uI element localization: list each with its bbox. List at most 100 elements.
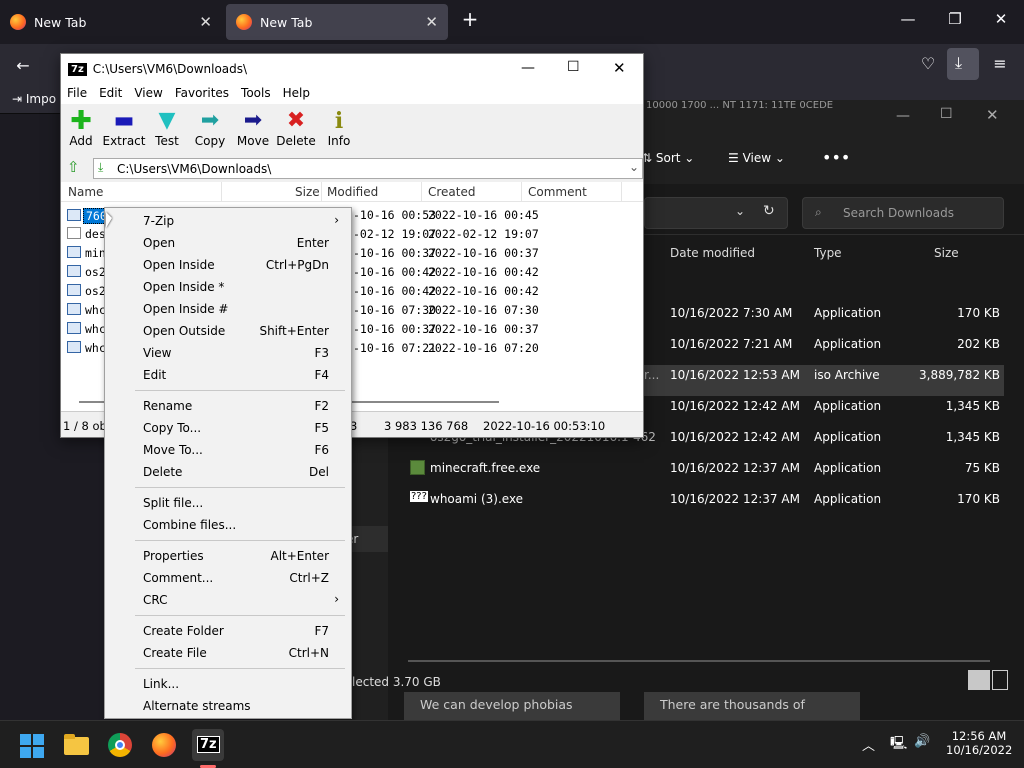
menu-item-create-file[interactable]: Create File Ctrl+N bbox=[105, 642, 351, 664]
test-button[interactable]: ▼ Test bbox=[145, 108, 189, 148]
file-type: Application bbox=[814, 306, 882, 320]
menu-item-create-folder[interactable]: Create Folder F7 bbox=[105, 620, 351, 642]
network-icon[interactable]: 🖳 bbox=[890, 734, 907, 756]
close-icon[interactable]: ✕ bbox=[613, 59, 626, 77]
more-options-icon[interactable]: ••• bbox=[822, 148, 850, 167]
menu-item-properties[interactable]: Properties Alt+Enter bbox=[105, 545, 351, 567]
unknown-app-icon: ??? bbox=[410, 491, 428, 502]
delete-button[interactable]: ✖ Delete bbox=[274, 108, 318, 148]
menu-item-rename[interactable]: Rename F2 bbox=[105, 395, 351, 417]
chevron-up-icon[interactable]: ︿ bbox=[862, 735, 875, 754]
refresh-icon[interactable]: ↻ bbox=[763, 203, 775, 219]
bookmark-import[interactable]: ⇥ Impo bbox=[12, 92, 56, 106]
menu-item-comment[interactable]: Comment... Ctrl+Z bbox=[105, 567, 351, 589]
menu-item-open-inside[interactable]: Open Inside # bbox=[105, 298, 351, 320]
menu-item-crc[interactable]: CRC › bbox=[105, 589, 351, 611]
details-view-icon[interactable] bbox=[968, 670, 990, 690]
menu-item-open-outside[interactable]: Open Outside Shift+Enter bbox=[105, 320, 351, 342]
menu-item-edit[interactable]: Edit F4 bbox=[105, 364, 351, 386]
menu-item-link[interactable]: Link... bbox=[105, 673, 351, 695]
minimize-icon[interactable]: — bbox=[893, 10, 923, 28]
firefox-tab-strip: New Tab ✕ New Tab ✕ + — ❐ ✕ bbox=[0, 0, 1024, 44]
menu-item-copy-to[interactable]: Copy To... F5 bbox=[105, 417, 351, 439]
move-button[interactable]: ➡ Move bbox=[231, 108, 275, 148]
menu-item-move-to[interactable]: Move To... F6 bbox=[105, 439, 351, 461]
explorer-file-row[interactable]: minecraft.free.exe 10/16/2022 12:37 AM A… bbox=[408, 453, 1004, 484]
close-window-icon[interactable]: ✕ bbox=[986, 10, 1016, 28]
close-icon[interactable]: ✕ bbox=[986, 106, 999, 124]
maximize-icon[interactable]: ☐ bbox=[567, 59, 580, 75]
web-snippet-card[interactable]: We can develop phobias bbox=[404, 692, 620, 720]
file-explorer-icon[interactable] bbox=[60, 729, 92, 761]
sort-button[interactable]: ⇅ Sort ⌄ bbox=[642, 151, 694, 165]
column-created[interactable]: Created bbox=[428, 185, 476, 199]
column-size[interactable]: Size bbox=[295, 185, 320, 199]
pocket-icon[interactable]: ♡ bbox=[913, 54, 943, 73]
firefox-icon[interactable] bbox=[148, 729, 180, 761]
menu-item-split-file[interactable]: Split file... bbox=[105, 492, 351, 514]
menu-view[interactable]: View bbox=[128, 84, 168, 104]
view-button[interactable]: ☰ View ⌄ bbox=[728, 151, 785, 165]
menu-item-open-inside[interactable]: Open Inside Ctrl+PgDn bbox=[105, 254, 351, 276]
column-name[interactable]: Name bbox=[68, 185, 103, 199]
minimize-icon[interactable]: — bbox=[521, 60, 535, 76]
back-icon[interactable]: ← bbox=[8, 56, 38, 75]
add-button[interactable]: ✚ Add bbox=[59, 108, 103, 148]
info-button[interactable]: i Info bbox=[317, 108, 361, 148]
extract-button[interactable]: ▬ Extract bbox=[102, 108, 146, 148]
tab-new-tab-2[interactable]: New Tab ✕ bbox=[226, 4, 448, 40]
column-date-modified[interactable]: Date modified bbox=[670, 246, 755, 260]
chevron-down-icon[interactable]: ⌄ bbox=[629, 160, 639, 174]
column-type[interactable]: Type bbox=[814, 246, 842, 260]
menu-help[interactable]: Help bbox=[277, 84, 316, 104]
menu-tools[interactable]: Tools bbox=[235, 84, 277, 104]
chevron-down-icon[interactable]: ⌄ bbox=[735, 204, 745, 218]
menu-item-open-inside[interactable]: Open Inside * bbox=[105, 276, 351, 298]
menu-item-delete[interactable]: Delete Del bbox=[105, 461, 351, 483]
tiles-view-icon[interactable] bbox=[992, 670, 1008, 690]
column-modified[interactable]: Modified bbox=[327, 185, 378, 199]
column-divider[interactable] bbox=[621, 182, 622, 202]
column-divider[interactable] bbox=[421, 182, 422, 202]
7zip-titlebar: 7z C:\Users\VM6\Downloads\ — ☐ ✕ bbox=[61, 54, 643, 84]
7zip-taskbar-icon[interactable]: 7z bbox=[192, 729, 224, 768]
menu-item-alternate-streams[interactable]: Alternate streams bbox=[105, 695, 351, 717]
firefox-icon bbox=[236, 14, 252, 30]
menu-item-shortcut: Del bbox=[309, 465, 329, 479]
address-field[interactable]: ⤓ C:\Users\VM6\Downloads\ ⌄ bbox=[93, 158, 643, 179]
volume-icon[interactable]: 🔊 bbox=[914, 734, 930, 749]
column-comment[interactable]: Comment bbox=[528, 185, 587, 199]
close-tab-icon[interactable]: ✕ bbox=[199, 13, 212, 31]
menu-item-open[interactable]: Open Enter bbox=[105, 232, 351, 254]
column-divider[interactable] bbox=[321, 182, 322, 202]
file-modified: -10-16 00:42 bbox=[353, 284, 437, 298]
menu-icon[interactable]: ≡ bbox=[985, 54, 1015, 73]
up-folder-icon[interactable]: ⇧ bbox=[67, 158, 80, 176]
tab-new-tab-1[interactable]: New Tab ✕ bbox=[0, 4, 222, 40]
downloads-button[interactable]: ⤓ bbox=[947, 48, 979, 80]
status-selected: lected 3.70 GB bbox=[352, 675, 441, 689]
start-button[interactable] bbox=[16, 729, 48, 761]
address-bar[interactable]: ⌄ ↻ bbox=[644, 197, 788, 229]
clock[interactable]: 12:56 AM 10/16/2022 bbox=[946, 729, 1012, 757]
file-name: whc bbox=[85, 341, 106, 355]
new-tab-icon[interactable]: + bbox=[455, 7, 485, 31]
copy-button[interactable]: ➡ Copy bbox=[188, 108, 232, 148]
menu-favorites[interactable]: Favorites bbox=[169, 84, 235, 104]
search-box[interactable]: ⌕ Search Downloads bbox=[802, 197, 1004, 229]
menu-item-7-zip[interactable]: 7-Zip › bbox=[105, 210, 351, 232]
column-divider[interactable] bbox=[521, 182, 522, 202]
menu-item-view[interactable]: View F3 bbox=[105, 342, 351, 364]
chrome-icon[interactable] bbox=[104, 729, 136, 761]
restore-icon[interactable]: ❐ bbox=[940, 10, 970, 28]
column-size[interactable]: Size bbox=[934, 246, 959, 260]
menu-file[interactable]: File bbox=[61, 84, 93, 104]
menu-edit[interactable]: Edit bbox=[93, 84, 128, 104]
horizontal-scrollbar[interactable] bbox=[408, 660, 990, 662]
column-divider[interactable] bbox=[221, 182, 222, 202]
explorer-file-row[interactable]: ??? whoami (3).exe 10/16/2022 12:37 AM A… bbox=[408, 484, 1004, 515]
web-snippet-card[interactable]: There are thousands of bbox=[644, 692, 860, 720]
menu-item-combine-files[interactable]: Combine files... bbox=[105, 514, 351, 536]
clock-date: 10/16/2022 bbox=[946, 743, 1013, 757]
close-tab-icon[interactable]: ✕ bbox=[425, 13, 438, 31]
